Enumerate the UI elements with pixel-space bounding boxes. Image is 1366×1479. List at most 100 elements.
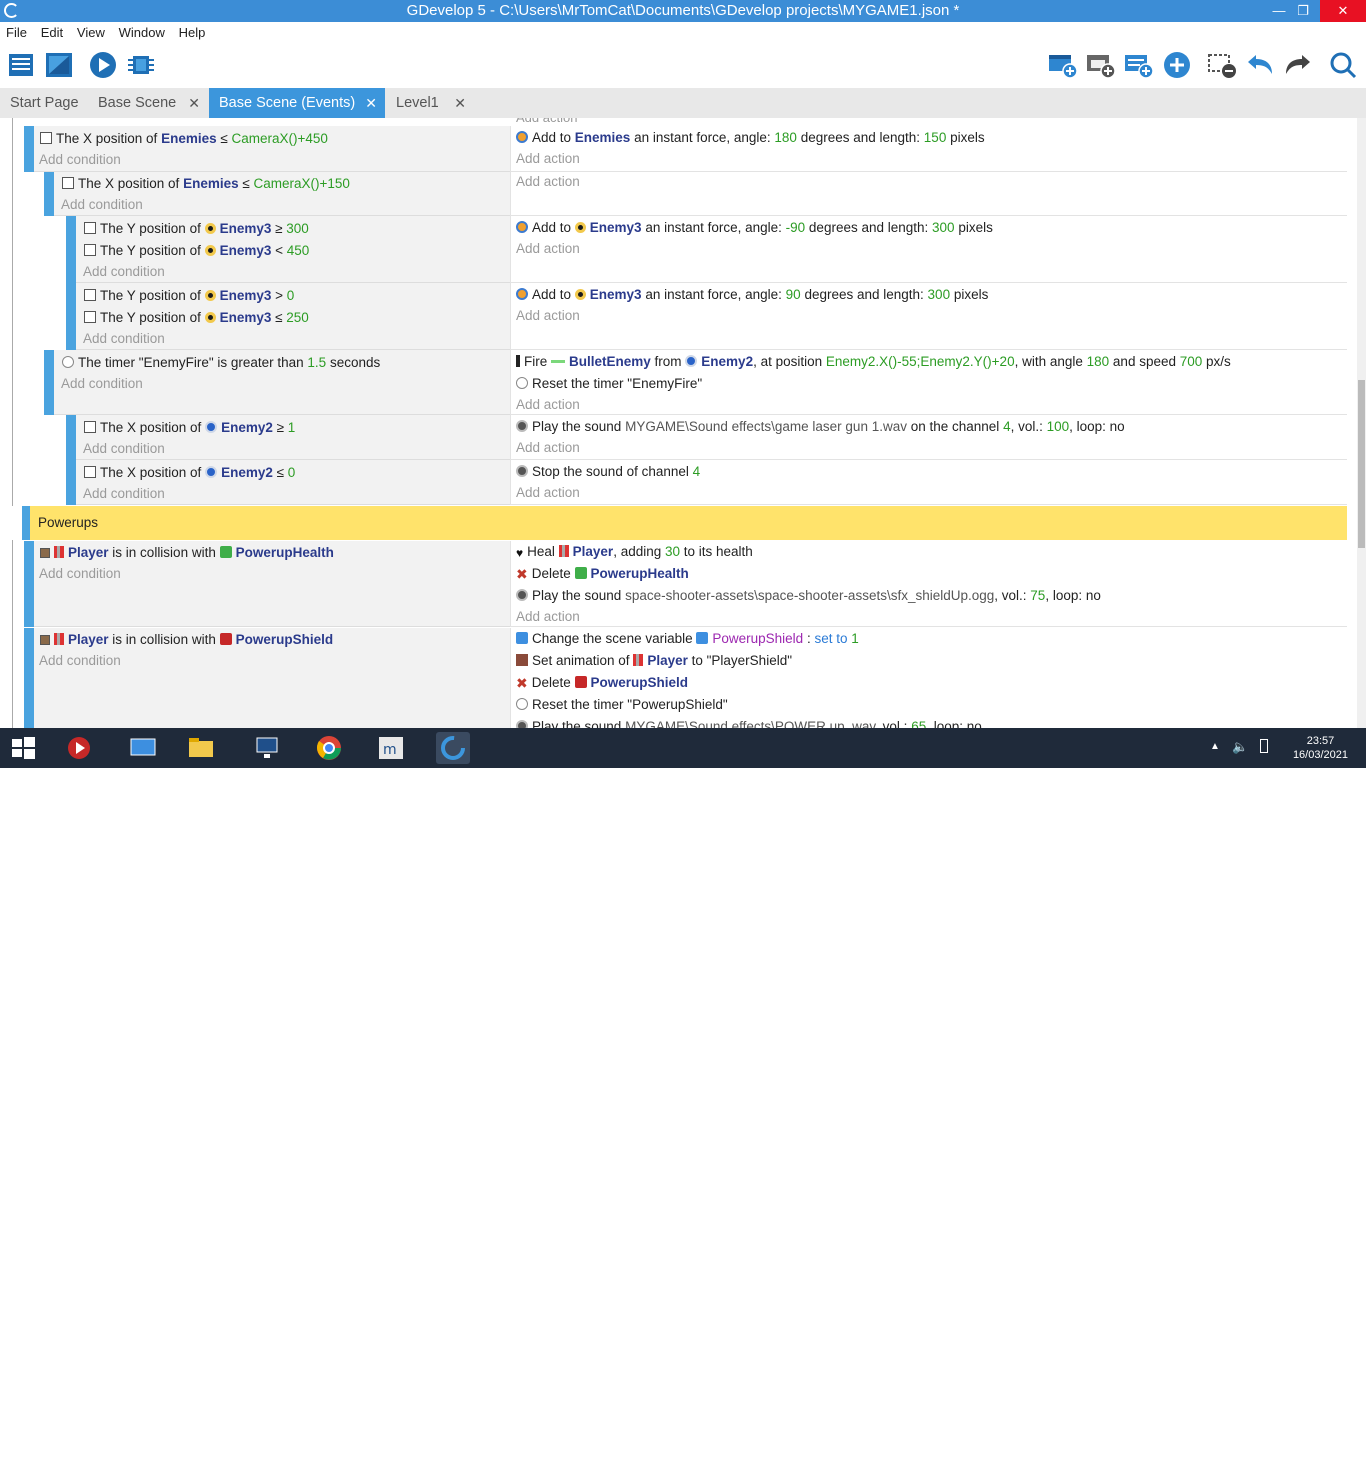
condition[interactable]: The Y position of Enemy3 < 450 xyxy=(84,241,309,261)
redo-icon[interactable] xyxy=(1282,50,1314,80)
condition[interactable]: The X position of Enemy2 ≥ 1 xyxy=(84,418,295,438)
event-bar[interactable] xyxy=(24,126,34,172)
close-tab-icon[interactable]: ✕ xyxy=(188,88,200,118)
add-action-link[interactable]: Add action xyxy=(516,607,580,627)
add-event-icon[interactable] xyxy=(1047,50,1079,80)
menu-edit[interactable]: Edit xyxy=(35,22,63,40)
network-icon[interactable] xyxy=(250,732,284,764)
action[interactable]: Fire BulletEnemy from Enemy2, at positio… xyxy=(516,352,1231,372)
event-row[interactable]: Player is in collision with PowerupShiel… xyxy=(0,628,1347,728)
add-condition-link[interactable]: Add condition xyxy=(83,329,165,349)
delete-selection-icon[interactable] xyxy=(1206,50,1238,80)
add-more-icon[interactable] xyxy=(1161,50,1193,80)
condition[interactable]: The X position of Enemy2 ≤ 0 xyxy=(84,463,295,483)
action[interactable]: Stop the sound of channel 4 xyxy=(516,462,700,482)
condition[interactable]: The X position of Enemies ≤ CameraX()+45… xyxy=(40,129,328,149)
chrome-icon[interactable] xyxy=(312,732,346,764)
close-window-button[interactable]: ✕ xyxy=(1320,0,1366,22)
close-tab-icon[interactable]: ✕ xyxy=(454,88,466,118)
action[interactable]: Add to Enemies an instant force, angle: … xyxy=(516,128,985,148)
action[interactable]: Reset the timer "EnemyFire" xyxy=(516,374,702,394)
action[interactable]: Play the sound MYGAME\Sound effects\game… xyxy=(516,417,1125,437)
event-bar[interactable] xyxy=(66,283,76,350)
add-action-link[interactable]: Add action xyxy=(516,172,580,192)
condition[interactable]: The Y position of Enemy3 ≥ 300 xyxy=(84,219,309,239)
action[interactable]: Set animation of Player to "PlayerShield… xyxy=(516,651,792,671)
menu-view[interactable]: View xyxy=(71,22,105,40)
tab-base-scene[interactable]: Base Scene ✕ xyxy=(88,88,208,118)
add-action-link[interactable]: Add action xyxy=(516,395,580,415)
scene-editor-icon[interactable] xyxy=(44,50,76,80)
media-player-icon[interactable] xyxy=(62,732,96,764)
condition[interactable]: The Y position of Enemy3 > 0 xyxy=(84,286,294,306)
action[interactable]: Add to Enemy3 an instant force, angle: 9… xyxy=(516,285,988,305)
tab-level1[interactable]: Level1 ✕ xyxy=(386,88,474,118)
search-icon[interactable] xyxy=(1327,50,1359,80)
event-bar[interactable] xyxy=(66,460,76,505)
add-condition-link[interactable]: Add condition xyxy=(39,651,121,671)
add-action-link[interactable]: Add action xyxy=(516,483,580,503)
action[interactable]: Add to Enemy3 an instant force, angle: -… xyxy=(516,218,993,238)
event-group-powerups[interactable]: Powerups xyxy=(0,506,1347,540)
volume-icon[interactable]: 🔈 xyxy=(1232,739,1248,755)
menu-file[interactable]: File xyxy=(0,22,27,40)
add-condition-link[interactable]: Add condition xyxy=(61,195,143,215)
tab-base-scene-events[interactable]: Base Scene (Events) ✕ xyxy=(209,88,385,118)
event-row[interactable]: The X position of Enemy2 ≥ 1 Add conditi… xyxy=(0,415,1347,460)
remote-desktop-icon[interactable] xyxy=(126,732,160,764)
condition[interactable]: The Y position of Enemy3 ≤ 250 xyxy=(84,308,309,328)
add-action-link[interactable]: Add action xyxy=(516,149,580,169)
add-condition-link[interactable]: Add condition xyxy=(61,374,143,394)
tray-chevron-icon[interactable]: ▲ xyxy=(1210,741,1220,752)
action[interactable]: Reset the timer "PowerupShield" xyxy=(516,695,728,715)
add-condition-link[interactable]: Add condition xyxy=(39,150,121,170)
condition[interactable]: Player is in collision with PowerupHealt… xyxy=(40,543,334,563)
event-bar[interactable] xyxy=(66,415,76,460)
condition[interactable]: Player is in collision with PowerupShiel… xyxy=(40,630,333,650)
preview-play-icon[interactable] xyxy=(88,50,120,80)
tab-start-page[interactable]: Start Page xyxy=(0,88,88,118)
musescore-icon[interactable]: m xyxy=(374,732,408,764)
gdevelop-taskbar-icon[interactable] xyxy=(436,732,470,764)
action[interactable]: ♥ Heal Player, adding 30 to its health xyxy=(516,542,753,562)
vertical-scrollbar[interactable] xyxy=(1357,118,1366,728)
event-row[interactable]: The X position of Enemies ≤ CameraX()+45… xyxy=(0,126,1347,172)
undo-icon[interactable] xyxy=(1244,50,1276,80)
project-manager-icon[interactable] xyxy=(6,50,38,80)
action[interactable]: ✖ Delete PowerupHealth xyxy=(516,564,689,584)
events-sheet[interactable]: Add action The X position of Enemies ≤ C… xyxy=(0,118,1357,728)
event-bar[interactable] xyxy=(24,541,34,627)
add-condition-link[interactable]: Add condition xyxy=(83,262,165,282)
add-comment-icon[interactable] xyxy=(1123,50,1155,80)
event-row[interactable]: Player is in collision with PowerupHealt… xyxy=(0,541,1347,627)
add-action-link[interactable]: Add action xyxy=(516,239,580,259)
event-row[interactable]: The X position of Enemy2 ≤ 0 Add conditi… xyxy=(0,460,1347,505)
event-row[interactable]: The X position of Enemies ≤ CameraX()+15… xyxy=(0,172,1347,216)
battery-icon[interactable] xyxy=(1260,739,1268,753)
add-action-link[interactable]: Add action xyxy=(516,438,580,458)
action[interactable]: ✖ Delete PowerupShield xyxy=(516,673,688,693)
event-bar[interactable] xyxy=(44,172,54,216)
event-row[interactable]: The Y position of Enemy3 ≥ 300 The Y pos… xyxy=(0,216,1347,283)
debugger-icon[interactable] xyxy=(126,50,158,80)
add-condition-link[interactable]: Add condition xyxy=(39,564,121,584)
action[interactable]: Play the sound space-shooter-assets\spac… xyxy=(516,586,1101,606)
menu-window[interactable]: Window xyxy=(113,22,165,40)
event-bar[interactable] xyxy=(24,628,34,728)
event-bar[interactable] xyxy=(66,216,76,283)
file-explorer-icon[interactable] xyxy=(184,732,218,764)
add-condition-link[interactable]: Add condition xyxy=(83,439,165,459)
add-action-link[interactable]: Add action xyxy=(516,306,580,326)
action[interactable]: Change the scene variable PowerupShield … xyxy=(516,629,859,649)
condition[interactable]: The X position of Enemies ≤ CameraX()+15… xyxy=(62,174,350,194)
add-condition-link[interactable]: Add condition xyxy=(83,484,165,504)
add-subevent-icon[interactable] xyxy=(1085,50,1117,80)
condition[interactable]: The timer "EnemyFire" is greater than 1.… xyxy=(62,353,380,373)
event-row[interactable]: The timer "EnemyFire" is greater than 1.… xyxy=(0,350,1347,415)
event-row[interactable]: The Y position of Enemy3 > 0 The Y posit… xyxy=(0,283,1347,350)
event-bar[interactable] xyxy=(44,350,54,415)
action[interactable]: Play the sound MYGAME\Sound effects\POWE… xyxy=(516,717,982,728)
scrollbar-thumb[interactable] xyxy=(1358,380,1365,548)
menu-help[interactable]: Help xyxy=(173,22,206,40)
windows-start-icon[interactable] xyxy=(6,732,40,764)
